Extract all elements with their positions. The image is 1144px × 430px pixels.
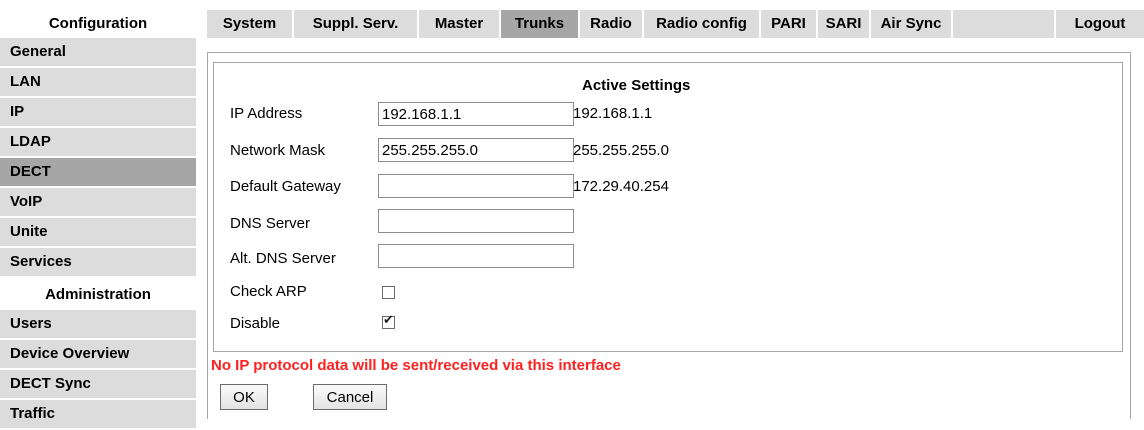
ip-address-label: IP Address — [230, 105, 303, 122]
configuration-heading: Configuration — [0, 10, 196, 38]
sidebar-item-general[interactable]: General — [0, 38, 196, 66]
sidebar-item-dect-sync[interactable]: DECT Sync — [0, 370, 196, 398]
disable-checkbox[interactable]: ✔ — [382, 312, 395, 329]
sidebar: Configuration General LAN IP LDAP DECT V… — [0, 10, 196, 430]
dns-server-input[interactable] — [378, 209, 574, 233]
check-arp-label: Check ARP — [230, 283, 307, 300]
tab-pari[interactable]: PARI — [761, 10, 816, 38]
sidebar-item-device-overview[interactable]: Device Overview — [0, 340, 196, 368]
tab-suppl-serv[interactable]: Suppl. Serv. — [294, 10, 417, 38]
default-gateway-active-value: 172.29.40.254 — [573, 178, 669, 195]
tab-blank — [953, 10, 1054, 38]
tab-logout[interactable]: Logout — [1056, 10, 1144, 38]
tab-radio[interactable]: Radio — [580, 10, 642, 38]
sidebar-item-dect[interactable]: DECT — [0, 158, 196, 186]
sidebar-item-ip[interactable]: IP — [0, 98, 196, 126]
sidebar-item-lan[interactable]: LAN — [0, 68, 196, 96]
network-mask-active-value: 255.255.255.0 — [573, 142, 669, 159]
network-mask-input[interactable] — [378, 138, 574, 162]
sidebar-item-traffic[interactable]: Traffic — [0, 400, 196, 428]
sidebar-item-unite[interactable]: Unite — [0, 218, 196, 246]
active-settings-heading: Active Settings — [582, 77, 691, 94]
alt-dns-server-label: Alt. DNS Server — [230, 250, 336, 267]
sidebar-item-voip[interactable]: VoIP — [0, 188, 196, 216]
network-mask-label: Network Mask — [230, 142, 326, 159]
tab-system[interactable]: System — [207, 10, 292, 38]
tab-master[interactable]: Master — [419, 10, 499, 38]
default-gateway-input[interactable] — [378, 174, 574, 198]
tab-trunks[interactable]: Trunks — [501, 10, 578, 38]
top-nav: System Suppl. Serv. Master Trunks Radio … — [207, 10, 1144, 38]
content-panel: Active Settings IP Address 192.168.1.1 N… — [207, 52, 1131, 419]
tab-air-sync[interactable]: Air Sync — [871, 10, 951, 38]
sidebar-item-users[interactable]: Users — [0, 310, 196, 338]
checkmark-icon: ✔ — [383, 312, 394, 327]
administration-heading: Administration — [0, 278, 196, 308]
ok-button[interactable]: OK — [220, 384, 268, 410]
check-arp-checkbox[interactable] — [382, 286, 395, 299]
alt-dns-server-input[interactable] — [378, 244, 574, 268]
cancel-button[interactable]: Cancel — [313, 384, 387, 410]
sidebar-item-services[interactable]: Services — [0, 248, 196, 276]
default-gateway-label: Default Gateway — [230, 178, 341, 195]
sidebar-item-ldap[interactable]: LDAP — [0, 128, 196, 156]
settings-box: Active Settings IP Address 192.168.1.1 N… — [213, 62, 1123, 352]
disable-label: Disable — [230, 315, 281, 332]
dns-server-label: DNS Server — [230, 215, 311, 232]
ip-address-input[interactable] — [378, 102, 574, 126]
tab-sari[interactable]: SARI — [818, 10, 869, 38]
tab-radio-config[interactable]: Radio config — [644, 10, 759, 38]
ip-address-active-value: 192.168.1.1 — [573, 105, 653, 122]
warning-message: No IP protocol data will be sent/receive… — [211, 357, 621, 374]
